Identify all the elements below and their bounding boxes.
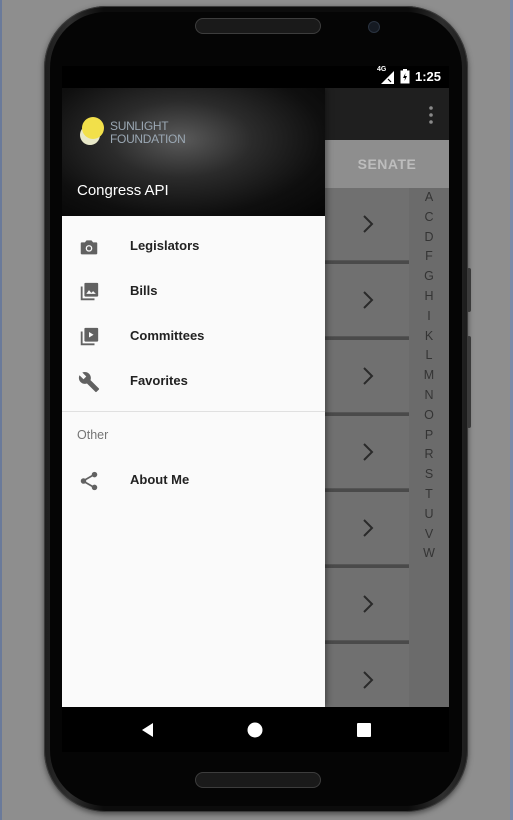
alphabet-index-letter[interactable]: G [409, 267, 449, 287]
logo-text: SUNLIGHT FOUNDATION [110, 120, 186, 146]
drawer-item-committees[interactable]: Committees [62, 314, 325, 359]
alphabet-index-letter[interactable]: K [409, 327, 449, 347]
chevron-right-icon [363, 519, 374, 537]
emulator-window: SENATE ACDFGHIKLMN O P R S T U V W SUNLI… [0, 0, 513, 820]
status-clock: 1:25 [414, 69, 441, 84]
bottom-speaker [195, 772, 321, 788]
alphabet-index-letter[interactable]: C [409, 208, 449, 228]
window-edge-left [0, 0, 2, 820]
drawer-item-label: Legislators [130, 238, 200, 253]
chevron-right-icon [363, 443, 374, 461]
status-bar: 4G 1:25 [62, 66, 449, 88]
battery-icon [400, 69, 410, 84]
top-speaker [195, 18, 321, 34]
alphabet-index-letter[interactable]: M [409, 366, 449, 386]
volume-button[interactable] [467, 268, 471, 312]
alphabet-index-letter[interactable]: L [409, 346, 449, 366]
logo-text-line2: FOUNDATION [110, 132, 186, 146]
chevron-right-icon [363, 367, 374, 385]
sunlight-foundation-logo: SUNLIGHT FOUNDATION [77, 116, 187, 152]
alphabet-index-letter[interactable]: U [409, 505, 449, 525]
navigation-drawer: SUNLIGHT FOUNDATION Congress API Legisla… [62, 88, 325, 707]
alphabet-index-letter[interactable]: O [409, 406, 449, 426]
alphabet-index-letter[interactable]: S [409, 465, 449, 485]
chevron-right-icon [363, 215, 374, 233]
drawer-item-label: About Me [130, 472, 190, 487]
list-item[interactable] [325, 568, 409, 641]
alphabet-index-letter[interactable]: T [409, 485, 449, 505]
sun-logo-icon [80, 117, 104, 145]
video-library-icon [80, 327, 99, 346]
list-item[interactable] [325, 188, 409, 261]
front-camera [368, 21, 380, 33]
chevron-right-icon [363, 595, 374, 613]
alphabet-index-letter[interactable]: P [409, 426, 449, 446]
status-icons: 4G 1:25 [377, 66, 441, 84]
list-item[interactable] [325, 416, 409, 489]
drawer-item-label: Favorites [130, 373, 188, 388]
wrench-icon [78, 372, 100, 393]
cell-signal-icon: 4G [377, 66, 395, 84]
photo-library-icon [80, 282, 99, 301]
drawer-item-bills[interactable]: Bills [62, 269, 325, 314]
alphabet-index-letter[interactable]: H [409, 287, 449, 307]
alphabet-index-letter[interactable]: I [409, 307, 449, 327]
drawer-divider [62, 411, 325, 412]
list-item[interactable] [325, 492, 409, 565]
list-item[interactable] [325, 264, 409, 337]
drawer-item-label: Bills [130, 283, 158, 298]
camera-icon [80, 240, 98, 255]
chevron-right-icon [363, 671, 374, 689]
list-item[interactable] [325, 340, 409, 413]
share-icon [80, 471, 98, 491]
alphabet-index-letter[interactable]: F [409, 247, 449, 267]
drawer-item-label: Committees [130, 328, 205, 343]
power-button[interactable] [467, 336, 471, 428]
alphabet-index-letter[interactable]: R [409, 445, 449, 465]
recents-icon[interactable] [353, 719, 375, 741]
drawer-item-legislators[interactable]: Legislators [62, 224, 325, 269]
drawer-item-about-me[interactable]: About Me [62, 458, 325, 503]
chevron-right-icon [363, 291, 374, 309]
alphabet-index-letter[interactable]: V [409, 525, 449, 545]
alphabet-index-letter[interactable]: N [409, 386, 449, 406]
section-label-other: Other [77, 428, 109, 442]
tab-senate[interactable]: SENATE [325, 140, 449, 188]
drawer-item-favorites[interactable]: Favorites [62, 359, 325, 404]
drawer-title: Congress API [77, 182, 169, 199]
alphabet-index-letter[interactable]: W [409, 544, 449, 564]
device-screen: SENATE ACDFGHIKLMN O P R S T U V W SUNLI… [62, 66, 449, 752]
alphabet-index-letter[interactable]: A [409, 188, 449, 208]
navigation-bar [62, 707, 449, 752]
drawer-header: SUNLIGHT FOUNDATION Congress API [62, 88, 325, 216]
alphabet-index-letter[interactable]: D [409, 228, 449, 248]
alphabet-index[interactable]: ACDFGHIKLMNOPRSTUVW [409, 188, 449, 752]
back-icon[interactable] [137, 719, 159, 741]
overflow-menu-icon[interactable] [429, 106, 433, 124]
home-icon[interactable] [244, 719, 266, 741]
